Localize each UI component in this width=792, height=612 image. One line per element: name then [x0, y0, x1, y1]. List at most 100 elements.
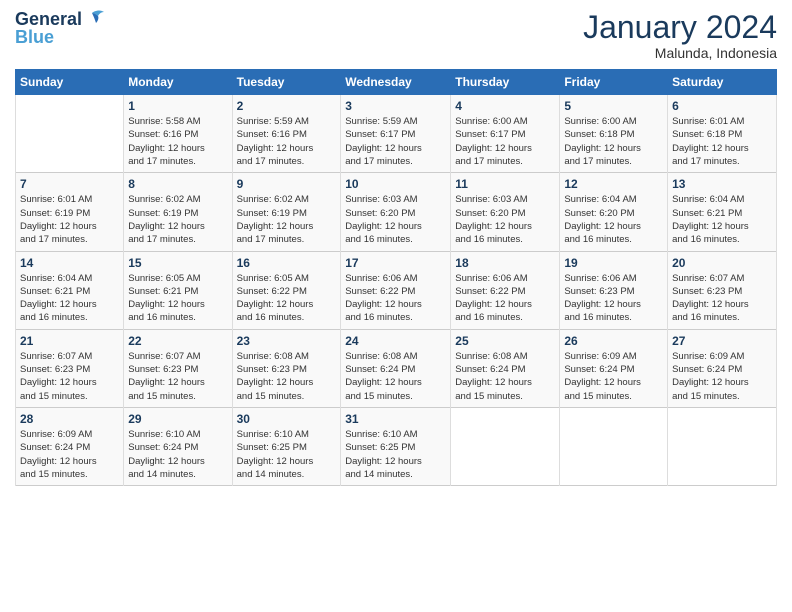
col-header-friday: Friday [560, 70, 668, 95]
day-number: 2 [237, 99, 337, 113]
logo: General Blue [15, 10, 106, 48]
col-header-thursday: Thursday [451, 70, 560, 95]
day-number: 6 [672, 99, 772, 113]
calendar-week-3: 14 Sunrise: 6:04 AMSunset: 6:21 PMDayligh… [16, 251, 777, 329]
col-header-wednesday: Wednesday [341, 70, 451, 95]
calendar-cell: 6 Sunrise: 6:01 AMSunset: 6:18 PMDaylight… [668, 95, 777, 173]
day-info: Sunrise: 6:09 AMSunset: 6:24 PMDaylight:… [20, 428, 119, 481]
calendar-cell [560, 407, 668, 485]
day-number: 30 [237, 412, 337, 426]
calendar-cell [16, 95, 124, 173]
day-number: 21 [20, 334, 119, 348]
day-info: Sunrise: 6:02 AMSunset: 6:19 PMDaylight:… [237, 193, 337, 246]
day-number: 5 [564, 99, 663, 113]
calendar-cell: 18 Sunrise: 6:06 AMSunset: 6:22 PMDayligh… [451, 251, 560, 329]
page-header: General Blue January 2024 Malunda, Indon… [15, 10, 777, 61]
calendar-cell: 9 Sunrise: 6:02 AMSunset: 6:19 PMDaylight… [232, 173, 341, 251]
day-number: 9 [237, 177, 337, 191]
day-info: Sunrise: 6:10 AMSunset: 6:25 PMDaylight:… [237, 428, 337, 481]
calendar-week-4: 21 Sunrise: 6:07 AMSunset: 6:23 PMDayligh… [16, 329, 777, 407]
day-number: 16 [237, 256, 337, 270]
calendar-week-1: 1 Sunrise: 5:58 AMSunset: 6:16 PMDaylight… [16, 95, 777, 173]
calendar-cell: 11 Sunrise: 6:03 AMSunset: 6:20 PMDayligh… [451, 173, 560, 251]
day-info: Sunrise: 6:04 AMSunset: 6:21 PMDaylight:… [672, 193, 772, 246]
calendar-cell [668, 407, 777, 485]
calendar-cell: 10 Sunrise: 6:03 AMSunset: 6:20 PMDayligh… [341, 173, 451, 251]
day-info: Sunrise: 6:08 AMSunset: 6:24 PMDaylight:… [455, 350, 555, 403]
month-title: January 2024 [583, 10, 777, 45]
day-number: 22 [128, 334, 227, 348]
calendar-cell: 2 Sunrise: 5:59 AMSunset: 6:16 PMDaylight… [232, 95, 341, 173]
calendar-cell: 15Sunrise: 6:05 AMSunset: 6:21 PMDayligh… [124, 251, 232, 329]
day-info: Sunrise: 6:08 AMSunset: 6:23 PMDaylight:… [237, 350, 337, 403]
calendar-cell: 21Sunrise: 6:07 AMSunset: 6:23 PMDayligh… [16, 329, 124, 407]
day-info: Sunrise: 6:09 AMSunset: 6:24 PMDaylight:… [564, 350, 663, 403]
day-info: Sunrise: 6:04 AMSunset: 6:20 PMDaylight:… [564, 193, 663, 246]
calendar-cell: 30 Sunrise: 6:10 AMSunset: 6:25 PMDayligh… [232, 407, 341, 485]
col-header-saturday: Saturday [668, 70, 777, 95]
calendar-cell: 17Sunrise: 6:06 AMSunset: 6:22 PMDayligh… [341, 251, 451, 329]
calendar-cell: 27Sunrise: 6:09 AMSunset: 6:24 PMDayligh… [668, 329, 777, 407]
day-info: Sunrise: 6:00 AMSunset: 6:17 PMDaylight:… [455, 115, 555, 168]
day-info: Sunrise: 6:05 AMSunset: 6:22 PMDaylight:… [237, 272, 337, 325]
day-info: Sunrise: 6:04 AMSunset: 6:21 PMDaylight:… [20, 272, 119, 325]
day-number: 26 [564, 334, 663, 348]
day-info: Sunrise: 6:00 AMSunset: 6:18 PMDaylight:… [564, 115, 663, 168]
page-container: General Blue January 2024 Malunda, Indon… [0, 0, 792, 496]
calendar-cell: 7 Sunrise: 6:01 AMSunset: 6:19 PMDaylight… [16, 173, 124, 251]
day-number: 19 [564, 256, 663, 270]
day-info: Sunrise: 6:10 AMSunset: 6:24 PMDaylight:… [128, 428, 227, 481]
calendar-cell: 24Sunrise: 6:08 AMSunset: 6:24 PMDayligh… [341, 329, 451, 407]
day-info: Sunrise: 6:06 AMSunset: 6:23 PMDaylight:… [564, 272, 663, 325]
day-number: 4 [455, 99, 555, 113]
day-info: Sunrise: 5:58 AMSunset: 6:16 PMDaylight:… [128, 115, 227, 168]
calendar-cell: 28 Sunrise: 6:09 AMSunset: 6:24 PMDayligh… [16, 407, 124, 485]
calendar-cell: 16 Sunrise: 6:05 AMSunset: 6:22 PMDayligh… [232, 251, 341, 329]
day-info: Sunrise: 6:01 AMSunset: 6:19 PMDaylight:… [20, 193, 119, 246]
calendar-cell [451, 407, 560, 485]
day-number: 12 [564, 177, 663, 191]
calendar-cell: 23 Sunrise: 6:08 AMSunset: 6:23 PMDayligh… [232, 329, 341, 407]
col-header-monday: Monday [124, 70, 232, 95]
day-info: Sunrise: 6:07 AMSunset: 6:23 PMDaylight:… [128, 350, 227, 403]
title-block: January 2024 Malunda, Indonesia [583, 10, 777, 61]
day-info: Sunrise: 6:09 AMSunset: 6:24 PMDaylight:… [672, 350, 772, 403]
calendar-cell: 22 Sunrise: 6:07 AMSunset: 6:23 PMDayligh… [124, 329, 232, 407]
logo-text-blue: Blue [15, 28, 54, 48]
calendar-cell: 12 Sunrise: 6:04 AMSunset: 6:20 PMDayligh… [560, 173, 668, 251]
calendar-cell: 1 Sunrise: 5:58 AMSunset: 6:16 PMDaylight… [124, 95, 232, 173]
calendar-cell: 26 Sunrise: 6:09 AMSunset: 6:24 PMDayligh… [560, 329, 668, 407]
day-number: 11 [455, 177, 555, 191]
day-info: Sunrise: 6:01 AMSunset: 6:18 PMDaylight:… [672, 115, 772, 168]
location: Malunda, Indonesia [583, 45, 777, 61]
col-header-sunday: Sunday [16, 70, 124, 95]
day-number: 14 [20, 256, 119, 270]
day-info: Sunrise: 5:59 AMSunset: 6:16 PMDaylight:… [237, 115, 337, 168]
day-number: 31 [345, 412, 446, 426]
day-number: 1 [128, 99, 227, 113]
day-info: Sunrise: 6:06 AMSunset: 6:22 PMDaylight:… [455, 272, 555, 325]
calendar-cell: 31Sunrise: 6:10 AMSunset: 6:25 PMDayligh… [341, 407, 451, 485]
day-info: Sunrise: 6:03 AMSunset: 6:20 PMDaylight:… [345, 193, 446, 246]
day-number: 23 [237, 334, 337, 348]
day-info: Sunrise: 5:59 AMSunset: 6:17 PMDaylight:… [345, 115, 446, 168]
day-number: 7 [20, 177, 119, 191]
calendar-cell: 25Sunrise: 6:08 AMSunset: 6:24 PMDayligh… [451, 329, 560, 407]
calendar-header-row: SundayMondayTuesdayWednesdayThursdayFrid… [16, 70, 777, 95]
logo-bird-icon [84, 9, 106, 27]
day-number: 18 [455, 256, 555, 270]
calendar-cell: 20Sunrise: 6:07 AMSunset: 6:23 PMDayligh… [668, 251, 777, 329]
calendar-week-5: 28 Sunrise: 6:09 AMSunset: 6:24 PMDayligh… [16, 407, 777, 485]
day-number: 24 [345, 334, 446, 348]
calendar-cell: 13Sunrise: 6:04 AMSunset: 6:21 PMDayligh… [668, 173, 777, 251]
day-number: 28 [20, 412, 119, 426]
calendar-cell: 5 Sunrise: 6:00 AMSunset: 6:18 PMDaylight… [560, 95, 668, 173]
calendar-cell: 3Sunrise: 5:59 AMSunset: 6:17 PMDaylight… [341, 95, 451, 173]
day-number: 10 [345, 177, 446, 191]
day-number: 29 [128, 412, 227, 426]
calendar-cell: 19 Sunrise: 6:06 AMSunset: 6:23 PMDayligh… [560, 251, 668, 329]
calendar-table: SundayMondayTuesdayWednesdayThursdayFrid… [15, 69, 777, 486]
day-info: Sunrise: 6:03 AMSunset: 6:20 PMDaylight:… [455, 193, 555, 246]
calendar-cell: 29 Sunrise: 6:10 AMSunset: 6:24 PMDayligh… [124, 407, 232, 485]
day-number: 17 [345, 256, 446, 270]
